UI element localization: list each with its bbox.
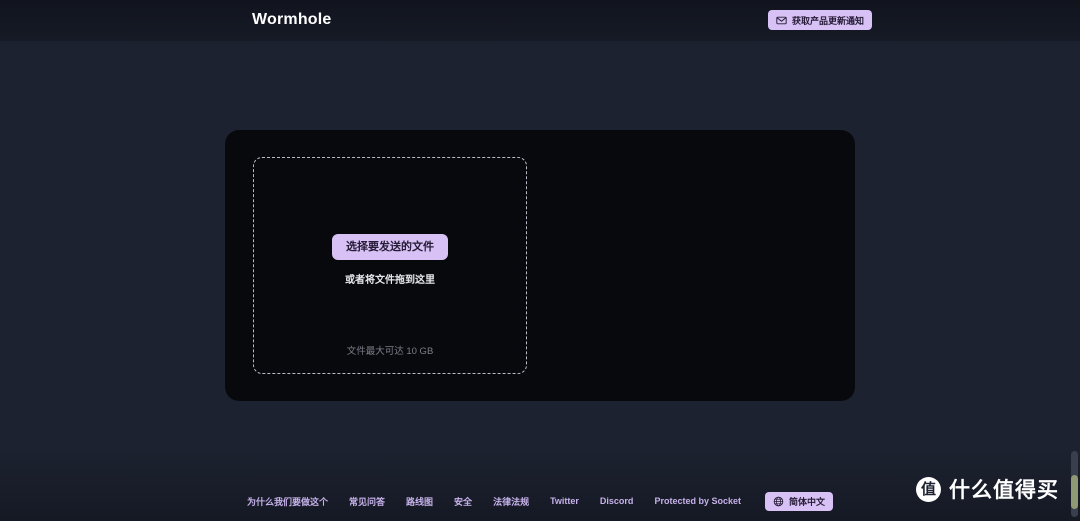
footer-link-security[interactable]: 安全	[454, 495, 472, 508]
main-stage: 选择要发送的文件 或者将文件拖到这里 文件最大可达 10 GB	[0, 41, 1080, 481]
footer-link-discord[interactable]: Discord	[600, 496, 634, 506]
select-files-button[interactable]: 选择要发送的文件	[332, 234, 448, 260]
footer-link-faq[interactable]: 常见问答	[349, 495, 385, 508]
footer-link-why[interactable]: 为什么我们要做这个	[247, 495, 328, 508]
brand-logo[interactable]: Wormhole	[252, 11, 332, 29]
footer-link-legal[interactable]: 法律法规	[493, 495, 529, 508]
notify-updates-label: 获取产品更新通知	[791, 15, 864, 26]
language-selector-button[interactable]: 简体中文	[764, 491, 833, 511]
language-selector-label: 简体中文	[788, 496, 825, 507]
footer-link-roadmap[interactable]: 路线图	[406, 495, 433, 508]
notify-updates-button[interactable]: 获取产品更新通知	[767, 10, 872, 30]
upload-card: 选择要发送的文件 或者将文件拖到这里 文件最大可达 10 GB	[225, 130, 855, 401]
site-header: Wormhole 获取产品更新通知	[0, 0, 1080, 41]
footer-link-twitter[interactable]: Twitter	[550, 496, 579, 506]
max-file-size-hint: 文件最大可达 10 GB	[346, 346, 434, 357]
mail-icon	[776, 15, 787, 26]
file-dropzone[interactable]: 选择要发送的文件 或者将文件拖到这里 文件最大可达 10 GB	[253, 157, 527, 374]
app-root: Wormhole 获取产品更新通知 选择要发送的文件 或者将文件拖到这里 文件最…	[0, 0, 1080, 521]
globe-icon	[773, 496, 784, 507]
drag-drop-hint: 或者将文件拖到这里	[345, 275, 435, 286]
site-footer: 为什么我们要做这个 常见问答 路线图 安全 法律法规 Twitter Disco…	[0, 481, 1080, 521]
scrollbar-thumb[interactable]	[1071, 475, 1078, 509]
footer-link-protected-by-socket[interactable]: Protected by Socket	[654, 496, 741, 506]
scrollbar-track[interactable]	[1071, 451, 1078, 517]
